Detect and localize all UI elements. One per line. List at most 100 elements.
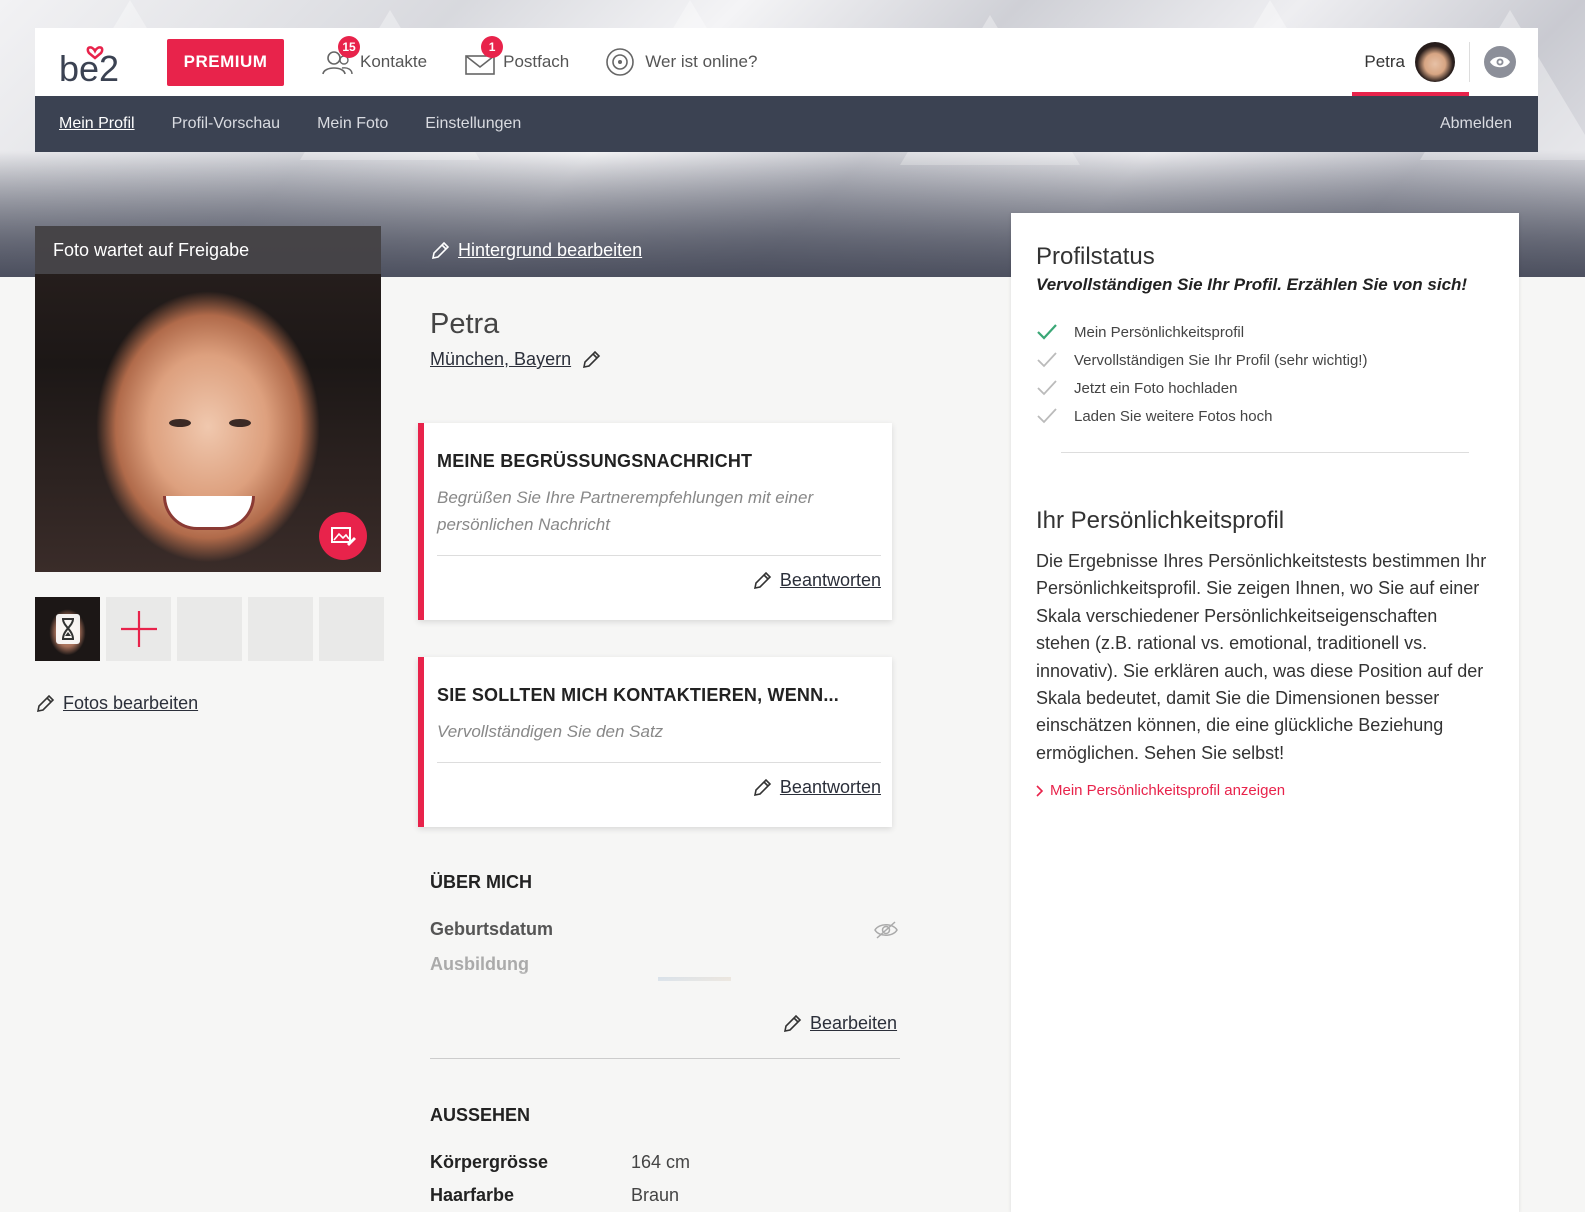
- status-checklist: Mein Persönlichkeitsprofil Vervollständi…: [1036, 318, 1367, 430]
- profile-name: Petra: [430, 308, 500, 340]
- add-photo-button[interactable]: [106, 597, 171, 661]
- subnav-mein-profil[interactable]: Mein Profil: [59, 115, 135, 133]
- checklist-item[interactable]: Vervollständigen Sie Ihr Profil (sehr wi…: [1036, 346, 1367, 374]
- hourglass-icon: [55, 614, 80, 644]
- empty-photo-slot: [177, 597, 242, 661]
- card-title: SIE SOLLTEN MICH KONTAKTIEREN, WENN...: [437, 685, 839, 705]
- nav-contacts[interactable]: 15 Kontakte: [320, 36, 428, 78]
- panel-divider: [1061, 452, 1469, 453]
- field-birthdate: Geburtsdatum: [430, 919, 554, 939]
- greeting-message-card: MEINE BEGRÜSSUNGSNACHRICHT Begrüßen Sie …: [418, 423, 892, 620]
- profile-status-title: Profilstatus: [1036, 243, 1155, 270]
- top-header: be2 PREMIUM 15 Kontakte 1 Postfach Wer i…: [35, 28, 1538, 96]
- header-divider: [1469, 42, 1470, 82]
- face-eyes: [169, 419, 251, 427]
- pencil-icon: [431, 241, 450, 259]
- card-divider: [437, 555, 881, 556]
- row-key: Haarfarbe: [430, 1185, 515, 1205]
- contact-me-if-card: SIE SOLLTEN MICH KONTAKTIEREN, WENN... V…: [418, 657, 892, 827]
- answer-button[interactable]: Beantworten: [424, 777, 881, 798]
- pencil-icon: [583, 350, 601, 368]
- subnav-profil-vorschau[interactable]: Profil-Vorschau: [172, 115, 281, 133]
- location-link[interactable]: München, Bayern: [430, 349, 601, 370]
- appearance-row: Haarfarbe Braun: [430, 1185, 679, 1206]
- preview-eye-button[interactable]: [1484, 46, 1516, 78]
- chevron-right-icon: [1036, 784, 1044, 797]
- personality-title: Ihr Persönlichkeitsprofil: [1036, 507, 1285, 534]
- row-value: 164 cm: [631, 1152, 691, 1172]
- nav-postfach-label: Postfach: [503, 52, 570, 71]
- logout-link[interactable]: Abmelden: [1440, 115, 1512, 133]
- show-personality-label: Mein Persönlichkeitsprofil anzeigen: [1050, 782, 1286, 799]
- check-icon: [1037, 380, 1057, 396]
- checklist-item[interactable]: Laden Sie weitere Fotos hoch: [1036, 402, 1367, 430]
- pencil-icon: [36, 694, 55, 712]
- nav-contacts-label: Kontakte: [360, 52, 428, 71]
- card-title: MEINE BEGRÜSSUNGSNACHRICHT: [437, 451, 753, 471]
- content-fade: [430, 972, 900, 1002]
- pencil-icon: [753, 571, 772, 589]
- check-icon: [1037, 408, 1057, 424]
- photo-pending-caption: Foto wartet auf Freigabe: [35, 226, 381, 274]
- photo-edit-button[interactable]: [319, 512, 367, 560]
- checklist-label: Jetzt ein Foto hochladen: [1074, 379, 1238, 397]
- check-icon: [1037, 352, 1057, 368]
- edit-background-label: Hintergrund bearbeiten: [458, 240, 643, 260]
- radar-icon: [605, 46, 639, 78]
- photo-thumbnails: [35, 597, 384, 661]
- contacts-badge: 15: [338, 36, 360, 58]
- empty-photo-slot: [319, 597, 384, 661]
- profile-status-subtitle: Vervollständigen Sie Ihr Profil. Erzähle…: [1036, 275, 1468, 294]
- profile-status-panel: Profilstatus Vervollständigen Sie Ihr Pr…: [1011, 213, 1519, 1212]
- profile-subnav: Mein Profil Profil-Vorschau Mein Foto Ei…: [35, 96, 1538, 152]
- personality-text: Die Ergebnisse Ihres Persönlichkeitstest…: [1036, 551, 1487, 763]
- pencil-icon: [753, 778, 772, 796]
- be2-logo[interactable]: be2: [59, 37, 129, 89]
- user-name: Petra: [1364, 52, 1405, 71]
- edit-photos-label: Fotos bearbeiten: [63, 693, 199, 713]
- checklist-item[interactable]: Jetzt ein Foto hochladen: [1036, 374, 1367, 402]
- subnav-einstellungen[interactable]: Einstellungen: [425, 115, 521, 133]
- appearance-title: AUSSEHEN: [430, 1105, 531, 1125]
- pencil-icon: [783, 1014, 802, 1032]
- eye-icon: [1490, 56, 1510, 68]
- premium-button[interactable]: PREMIUM: [167, 38, 284, 86]
- row-value: Braun: [631, 1185, 680, 1205]
- edit-about-link[interactable]: Bearbeiten: [782, 1013, 897, 1034]
- eye-slash-icon[interactable]: [874, 920, 898, 940]
- edit-photos-link[interactable]: Fotos bearbeiten: [35, 693, 198, 714]
- card-hint: Begrüßen Sie Ihre Partnerempfehlungen mi…: [437, 488, 814, 534]
- row-key: Körpergrösse: [430, 1152, 549, 1172]
- location-label: München, Bayern: [430, 349, 572, 369]
- contacts-icon: 15: [320, 36, 360, 78]
- about-me-title: ÜBER MICH: [430, 872, 532, 892]
- svg-text:be2: be2: [59, 48, 119, 87]
- face-smile: [163, 496, 255, 530]
- subnav-mein-foto[interactable]: Mein Foto: [317, 115, 388, 133]
- checklist-label: Laden Sie weitere Fotos hoch: [1074, 407, 1273, 425]
- nav-online[interactable]: Wer ist online?: [605, 46, 757, 78]
- image-edit-icon: [331, 527, 356, 546]
- user-menu[interactable]: Petra: [1352, 28, 1469, 96]
- thumbnail-pending[interactable]: [35, 597, 100, 661]
- section-divider: [430, 1058, 900, 1059]
- postfach-badge: 1: [481, 36, 504, 58]
- answer-label: Beantworten: [779, 777, 881, 797]
- card-hint: Vervollständigen Sie den Satz: [437, 722, 664, 741]
- empty-photo-slot: [248, 597, 313, 661]
- edit-about-label: Bearbeiten: [810, 1013, 898, 1033]
- appearance-row: Körpergrösse 164 cm: [430, 1152, 690, 1173]
- card-divider: [437, 762, 881, 763]
- nav-postfach[interactable]: 1 Postfach: [463, 36, 570, 78]
- checklist-label: Mein Persönlichkeitsprofil: [1074, 323, 1245, 341]
- show-personality-link[interactable]: Mein Persönlichkeitsprofil anzeigen: [1036, 782, 1285, 799]
- checklist-item[interactable]: Mein Persönlichkeitsprofil: [1036, 318, 1367, 346]
- answer-button[interactable]: Beantworten: [424, 570, 881, 591]
- answer-label: Beantworten: [779, 570, 881, 590]
- checklist-label: Vervollständigen Sie Ihr Profil (sehr wi…: [1074, 351, 1368, 369]
- edit-background-link[interactable]: Hintergrund bearbeiten: [430, 240, 642, 261]
- nav-online-label: Wer ist online?: [645, 52, 758, 71]
- plus-icon: [120, 611, 157, 647]
- mail-icon: 1: [463, 36, 504, 78]
- check-icon: [1037, 324, 1057, 340]
